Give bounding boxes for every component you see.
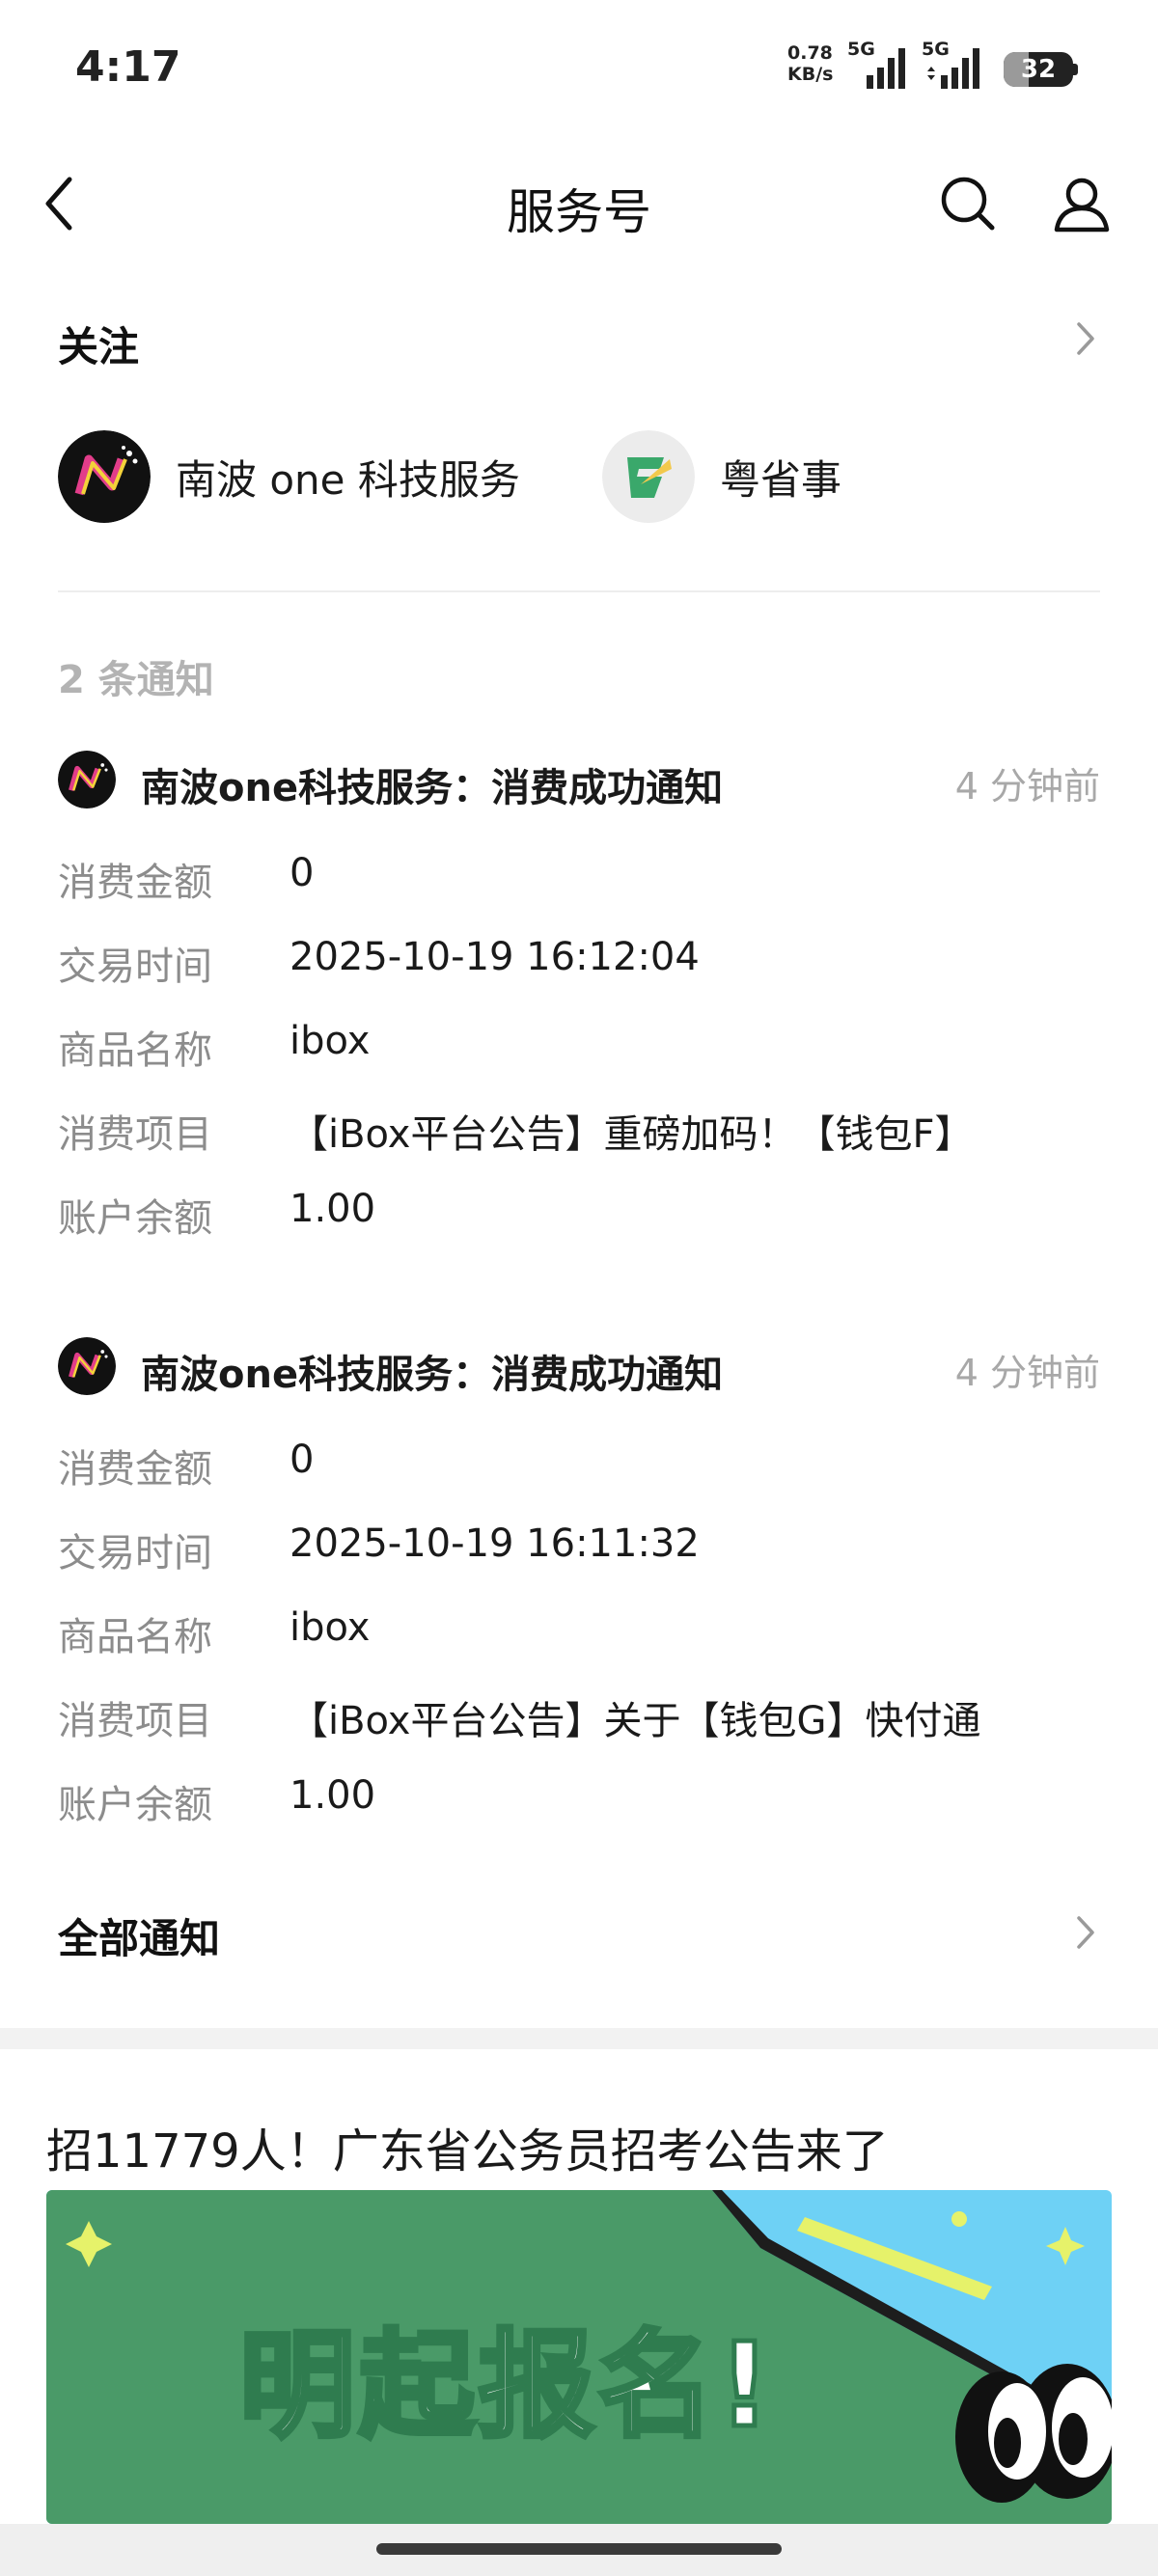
notification-time: 4 分钟前 (954, 1352, 1100, 1394)
row-value: 【iBox平台公告】重磅加码！【钱包F】 (290, 1112, 974, 1157)
row-value: 0 (290, 1438, 315, 1482)
row-label: 商品名称 (58, 1615, 212, 1659)
network-speed-unit: KB/s (787, 64, 834, 85)
notification-header: 南波one科技服务：消费成功通知 4 分钟前 (58, 751, 1100, 810)
row-value: 1.00 (290, 1187, 376, 1231)
row-label: 消费金额 (58, 1447, 212, 1492)
article-banner-image[interactable]: 明起报名! (46, 2190, 1112, 2524)
battery-cap (1073, 64, 1078, 75)
notification-row-balance: 账户余额 1.00 (58, 1187, 1100, 1241)
notification-row-item: 消费项目 【iBox平台公告】重磅加码！【钱包F】 (58, 1103, 1100, 1157)
section-divider (58, 590, 1100, 592)
notification-row-amount: 消费金额 0 (58, 851, 1100, 905)
notification-card[interactable]: 南波one科技服务：消费成功通知 4 分钟前 消费金额 0 交易时间 2025-… (58, 1337, 1100, 1829)
user-icon (1054, 178, 1110, 233)
follow-section-title: 关注 (58, 323, 140, 370)
notification-header: 南波one科技服务：消费成功通知 4 分钟前 (58, 1337, 1100, 1397)
section-gap (0, 2028, 1158, 2049)
battery-level: 32 (1020, 55, 1057, 84)
row-value: 0 (290, 851, 315, 895)
network-speed: 0.78 KB/s (787, 42, 845, 85)
notification-title: 南波one科技服务：消费成功通知 (141, 766, 724, 810)
sim1-signal-icon: 5G (847, 39, 915, 96)
notification-row-product: 商品名称 ibox (58, 1019, 1100, 1073)
chevron-right-icon (1077, 322, 1094, 355)
notification-row-product: 商品名称 ibox (58, 1605, 1100, 1659)
notification-row-item: 消费项目 【iBox平台公告】关于【钱包G】快付通 (58, 1689, 1100, 1743)
notification-row-balance: 账户余额 1.00 (58, 1773, 1100, 1827)
home-indicator[interactable] (376, 2543, 782, 2555)
followed-account-yueshengshi[interactable]: 粤省事 (602, 430, 841, 523)
nanbo-logo-icon (58, 751, 116, 808)
row-value: ibox (290, 1019, 371, 1063)
notification-time: 4 分钟前 (954, 765, 1100, 808)
notification-row-amount: 消费金额 0 (58, 1438, 1100, 1492)
row-value: 2025-10-19 16:12:04 (290, 935, 700, 979)
article-title[interactable]: 招11779人！广东省公务员招考公告来了 (46, 2113, 889, 2180)
chevron-right-icon (1077, 1916, 1094, 1949)
notification-row-time: 交易时间 2025-10-19 16:12:04 (58, 935, 1100, 989)
row-value: 2025-10-19 16:11:32 (290, 1521, 700, 1566)
sim2-signal-icon: 5G (922, 39, 999, 96)
row-label: 交易时间 (58, 1531, 212, 1576)
row-value: ibox (290, 1605, 371, 1650)
row-label: 消费项目 (58, 1112, 212, 1157)
profile-button[interactable] (1052, 174, 1112, 233)
search-button[interactable] (938, 174, 998, 233)
sim1-network-tag: 5G (847, 39, 875, 60)
all-notifications-link[interactable]: 全部通知 (58, 1906, 220, 1965)
followed-account-name: 南波 one 科技服务 (176, 455, 520, 504)
notice-count: 2 条通知 (58, 658, 214, 702)
follow-more-button[interactable] (1071, 318, 1100, 359)
notification-card[interactable]: 南波one科技服务：消费成功通知 4 分钟前 消费金额 0 交易时间 2025-… (58, 751, 1100, 1243)
status-bar: 4:17 0.78 KB/s 5G 5G 32 (0, 0, 1158, 135)
nanbo-logo-icon (58, 1337, 116, 1395)
notification-title: 南波one科技服务：消费成功通知 (141, 1353, 724, 1397)
banner-headline: 明起报名! (237, 2317, 775, 2456)
battery-icon: 32 (1004, 52, 1073, 87)
status-time: 4:17 (75, 42, 181, 92)
row-label: 商品名称 (58, 1028, 212, 1073)
row-label: 账户余额 (58, 1196, 212, 1241)
sim2-network-tag: 5G (922, 39, 950, 60)
row-label: 消费金额 (58, 861, 212, 905)
row-label: 消费项目 (58, 1699, 212, 1743)
followed-account-nanbo[interactable]: 南波 one 科技服务 (58, 430, 520, 523)
row-value: 【iBox平台公告】关于【钱包G】快付通 (290, 1699, 981, 1743)
nanbo-logo-icon (58, 430, 151, 523)
service-accounts-page: 4:17 0.78 KB/s 5G 5G 32 服务号 关注 南波 one 科技… (0, 0, 1158, 2576)
notification-row-time: 交易时间 2025-10-19 16:11:32 (58, 1521, 1100, 1576)
yueshengshi-logo-icon (602, 430, 695, 523)
row-value: 1.00 (290, 1773, 376, 1818)
followed-account-name: 粤省事 (720, 455, 842, 504)
row-label: 账户余额 (58, 1783, 212, 1827)
search-icon (941, 177, 995, 231)
row-label: 交易时间 (58, 945, 212, 989)
all-notifications-chevron[interactable] (1071, 1912, 1100, 1953)
network-speed-value: 0.78 (787, 42, 833, 64)
